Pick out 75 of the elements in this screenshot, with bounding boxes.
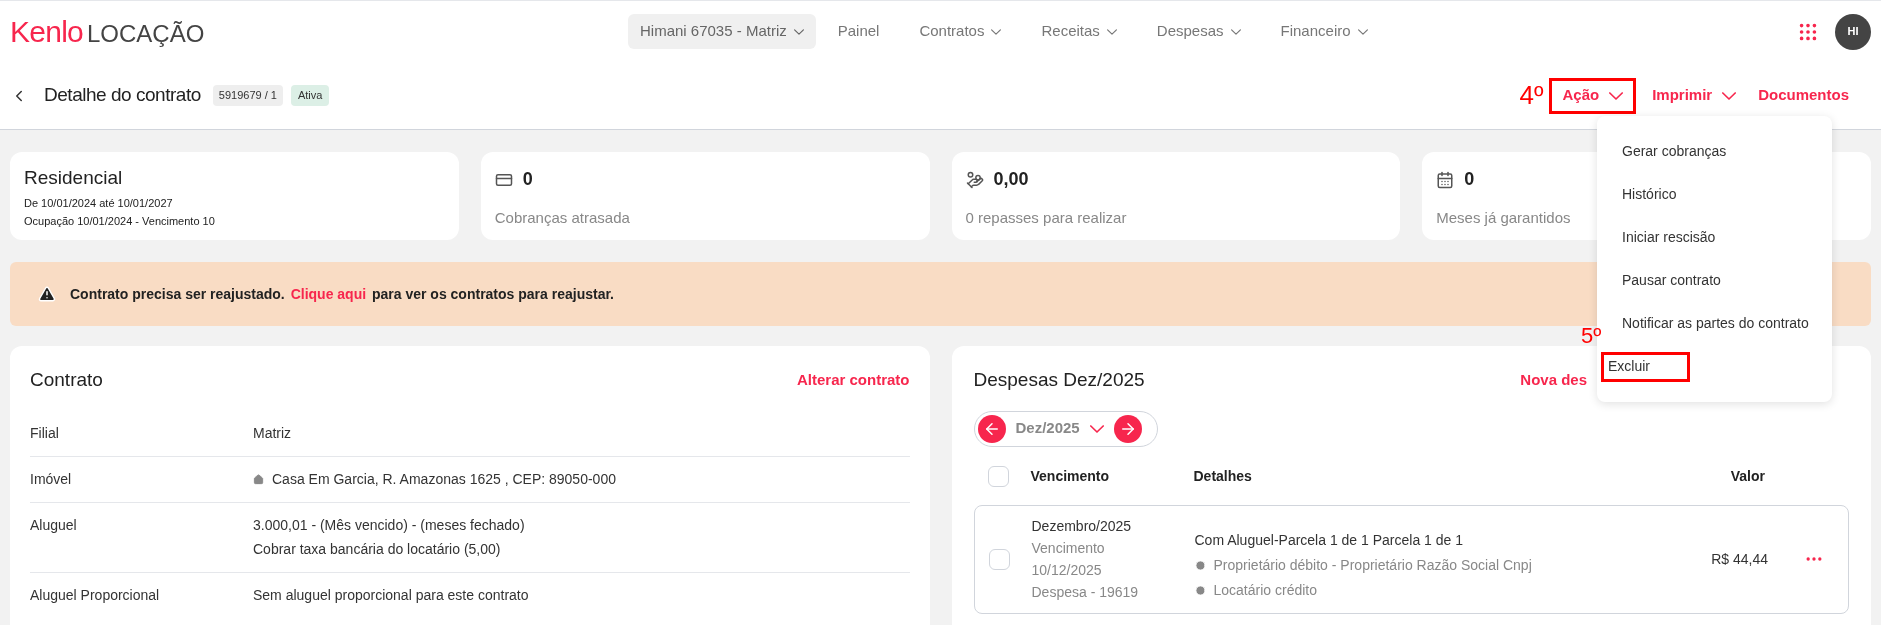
next-month-button[interactable] xyxy=(1113,414,1142,443)
chevron-down-icon xyxy=(991,28,1002,35)
chevron-down-icon xyxy=(1609,91,1624,100)
expense-title: Com Aluguel-Parcela 1 de 1 Parcela 1 de 1 xyxy=(1194,530,1464,550)
field-label: Filial xyxy=(30,423,60,443)
warning-icon xyxy=(38,285,56,303)
due-detail: Vencimento xyxy=(1031,538,1106,558)
user-avatar[interactable]: HI xyxy=(1835,13,1871,50)
chevron-down-icon xyxy=(793,28,804,35)
action-button[interactable]: Ação xyxy=(1549,77,1637,114)
hand-coins-icon xyxy=(965,170,984,189)
nav-item[interactable]: Painel xyxy=(837,20,880,43)
due-month: Dezembro/2025 xyxy=(1031,516,1133,536)
alert-link[interactable]: Clique aqui xyxy=(290,285,367,302)
branch-selector[interactable]: Himani 67035 - Matriz xyxy=(628,14,816,49)
column-header: Vencimento xyxy=(1030,467,1111,486)
stat-label: Cobranças atrasada xyxy=(494,208,631,228)
stat-label: Meses já garantidos xyxy=(1436,208,1572,228)
chevron-down-icon xyxy=(1089,424,1104,433)
due-detail: Despesa - 19619 xyxy=(1031,582,1140,602)
field-value: 3.000,01 - (Mês vencido) - (meses fechado) xyxy=(253,515,525,535)
month-label: Dez/2025 xyxy=(1015,418,1080,439)
step-annotation: 5º xyxy=(1581,325,1602,347)
previous-month-button[interactable] xyxy=(977,414,1006,443)
action-button[interactable]: Documentos xyxy=(1758,84,1849,107)
field-label: Aluguel xyxy=(30,515,78,535)
chevron-down-icon xyxy=(1230,28,1241,35)
new-expense-link[interactable]: Nova des xyxy=(1520,369,1587,392)
menu-item[interactable]: Iniciar rescisão xyxy=(1618,222,1720,253)
stat-value: 0 xyxy=(1464,168,1475,191)
card-line: De 10/01/2024 até 10/01/2027 xyxy=(24,195,174,211)
expense-detail: Locatário crédito xyxy=(1213,580,1317,600)
calendar-icon xyxy=(1436,170,1455,189)
stat-value: 0,00 xyxy=(993,168,1029,191)
step-annotation: 4º xyxy=(1519,79,1544,112)
menu-item[interactable]: Histórico xyxy=(1618,179,1681,210)
column-header: Detalhes xyxy=(1193,467,1252,486)
edit-contract-link[interactable]: Alterar contrato xyxy=(796,369,910,392)
field-label: Aluguel Proporcional xyxy=(30,585,161,605)
nav-item[interactable]: Despesas xyxy=(1156,20,1241,43)
house-icon xyxy=(253,473,264,485)
action-button[interactable]: Imprimir xyxy=(1652,84,1737,107)
menu-item[interactable]: Gerar cobranças xyxy=(1618,136,1731,167)
field-value: Sem aluguel proporcional para este contrato xyxy=(253,585,529,605)
expense-value: R$ 44,44 xyxy=(1711,549,1768,569)
field-value: Casa Em Garcia, R. Amazonas 1625 , CEP: 89050-000 xyxy=(272,469,616,489)
menu-item[interactable]: Pausar contrato xyxy=(1618,265,1725,296)
status-badge: Ativa xyxy=(290,85,330,106)
field-value: Matriz xyxy=(253,423,292,443)
expense-detail: Proprietário débito - Proprietário Razão Social Cnpj xyxy=(1213,555,1532,575)
nav-item[interactable]: Financeiro xyxy=(1280,20,1368,43)
chevron-down-icon xyxy=(1722,91,1737,100)
stat-value: 0 xyxy=(522,168,533,191)
contract-number: 5919679 / 1 xyxy=(212,85,283,106)
checkbox[interactable] xyxy=(987,466,1009,487)
column-header: Valor xyxy=(1730,467,1765,486)
nav-item[interactable]: Receitas xyxy=(1041,20,1117,43)
menu-item[interactable]: Notificar as partes do contrato xyxy=(1618,308,1813,339)
menu-item[interactable]: Excluir xyxy=(1601,351,1690,382)
card-title: Residencial xyxy=(24,166,124,190)
page-title: Detalhe do contrato xyxy=(44,83,201,108)
alert-message: Contrato precisa ser reajustado. Clique aqui para ver os contratos para reajustar. xyxy=(70,284,614,304)
logo-brand: Kenlo xyxy=(10,16,83,47)
field-label: Imóvel xyxy=(30,469,73,489)
field-value: Cobrar taxa bancária do locatário (5,00) xyxy=(253,539,501,559)
nav-item[interactable]: Contratos xyxy=(919,20,1002,43)
logo-product: LOCAÇÃO xyxy=(87,21,205,46)
chevron-down-icon xyxy=(1357,28,1368,35)
checkbox[interactable] xyxy=(988,548,1010,570)
card-line: Ocupação 10/01/2024 - Vencimento 10 xyxy=(24,214,216,229)
panel-title: Contrato xyxy=(30,368,103,392)
panel-title: Despesas Dez/2025 xyxy=(973,368,1145,392)
chevron-down-icon xyxy=(1106,28,1117,35)
due-detail: 10/12/2025 xyxy=(1031,560,1103,580)
stat-label: 0 repasses para realizar xyxy=(965,208,1128,228)
